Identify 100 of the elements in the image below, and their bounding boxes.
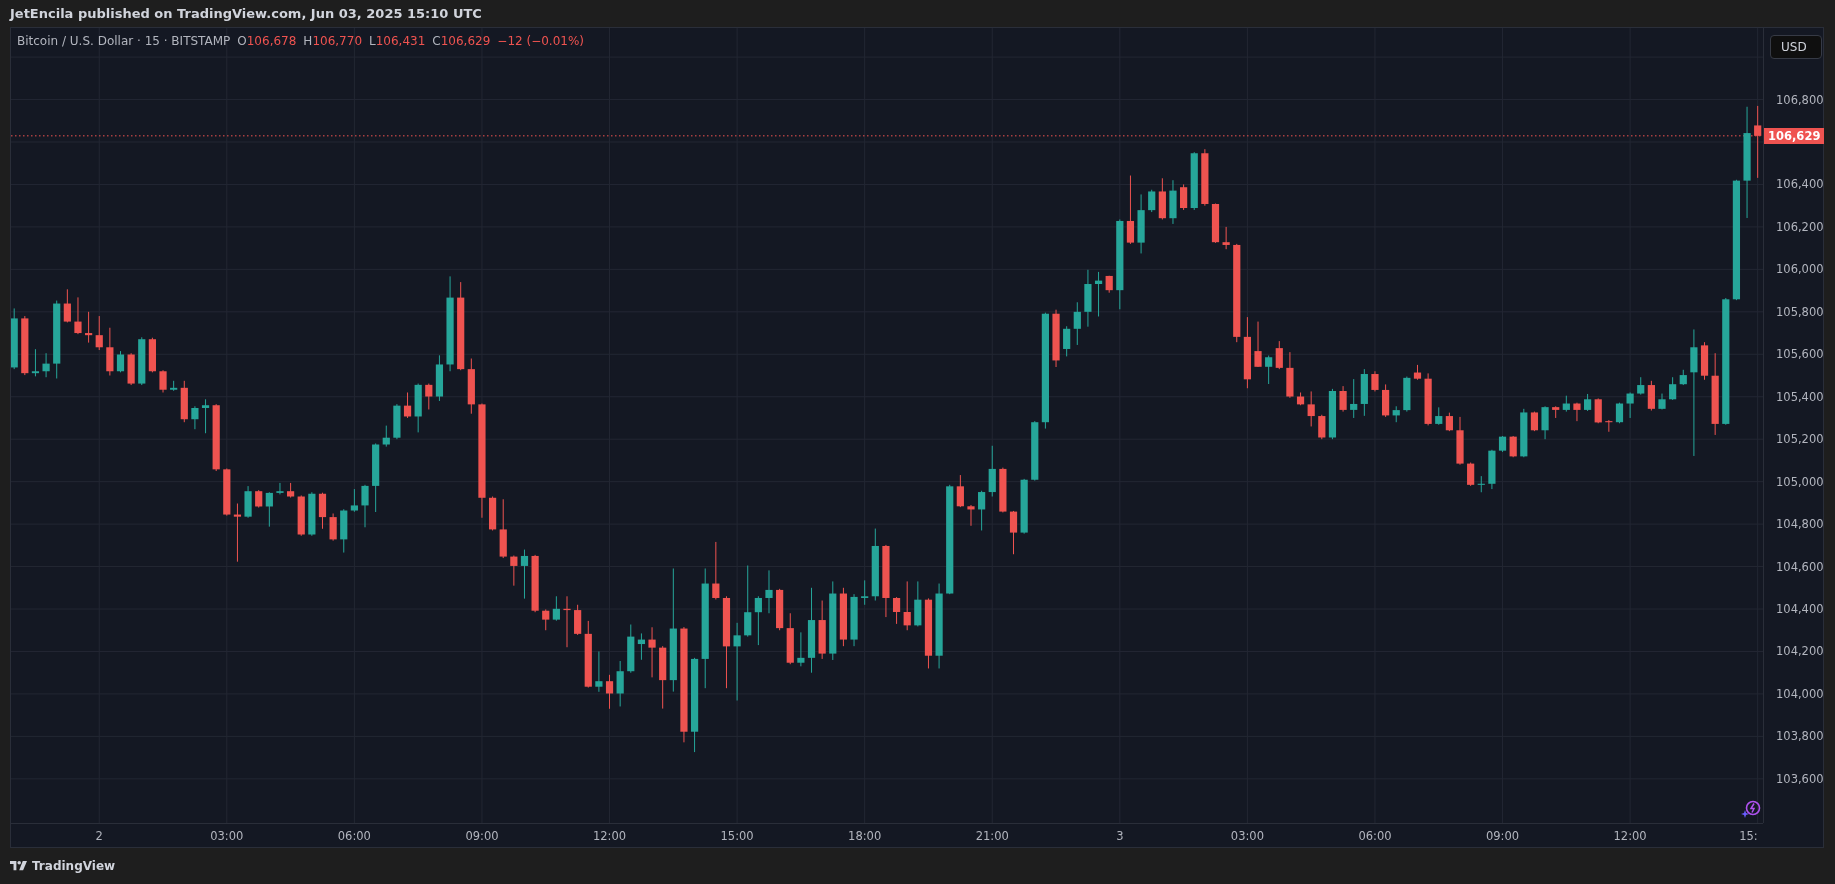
candlestick [329, 513, 337, 542]
candlestick [1254, 321, 1262, 368]
candlestick [542, 608, 550, 631]
candlestick [1180, 183, 1188, 211]
time-axis-label: 03:00 [210, 829, 244, 843]
candlestick [839, 587, 847, 647]
candlestick [574, 604, 582, 636]
candlestick [403, 392, 412, 419]
candlestick [255, 489, 263, 509]
candlestick [233, 503, 242, 563]
candlestick [1520, 408, 1528, 458]
candlestick [1073, 301, 1081, 346]
candlestick [1190, 151, 1198, 211]
candlestick [276, 482, 284, 495]
candlestick [21, 315, 29, 376]
candlestick [1382, 383, 1390, 418]
sparkle-icon[interactable] [1741, 799, 1761, 819]
candlestick [850, 593, 858, 647]
candlestick [1700, 341, 1709, 381]
candlestick [1467, 462, 1475, 487]
price-axis-label: 105,600 [1776, 347, 1824, 362]
time-axis-label: 18:00 [848, 829, 882, 843]
candlestick [1669, 376, 1677, 401]
ohlc-value: L106,431 [369, 34, 426, 48]
candlestick [180, 380, 188, 423]
candlestick [63, 288, 71, 323]
candlestick [1530, 411, 1539, 432]
candlestick [1658, 393, 1666, 410]
candlestick [1318, 414, 1326, 440]
candlestick [1392, 405, 1400, 423]
candlestick [1094, 271, 1103, 317]
candlestick [1286, 351, 1294, 399]
candlestick [1158, 177, 1166, 220]
candlestick [393, 403, 401, 440]
candlestick [1009, 510, 1018, 555]
price-axis-label: 104,000 [1776, 686, 1824, 701]
time-axis-label: 15:00 [720, 829, 754, 843]
candlestick [1445, 412, 1453, 432]
time-axis-label: 3 [1116, 829, 1124, 843]
candlestick [765, 569, 773, 614]
candlestick [361, 484, 369, 528]
candlestick [1211, 203, 1220, 244]
price-axis-label: 104,200 [1776, 644, 1824, 659]
candlestick [1105, 275, 1113, 294]
candlestick [212, 403, 220, 472]
price-axis-label: 105,000 [1776, 474, 1824, 489]
price-axis-label: 104,800 [1776, 517, 1824, 532]
candlestick [435, 354, 444, 402]
candlestick [170, 380, 178, 392]
symbol-title: Bitcoin / U.S. Dollar · 15 · BITSTAMP [17, 34, 231, 48]
candlestick [605, 674, 614, 710]
time-axis-label: 03:00 [1230, 829, 1264, 843]
candlestick [1052, 309, 1060, 368]
candlestick [1456, 416, 1464, 466]
candlestick [754, 595, 762, 646]
price-axis-label: 106,000 [1776, 262, 1824, 277]
currency-button[interactable]: USD [1770, 35, 1822, 59]
candlestick [1275, 340, 1283, 370]
price-change: −12 (−0.01%) [497, 34, 585, 48]
candlestick [318, 492, 327, 530]
candlestick [223, 468, 231, 517]
candlestick [340, 508, 348, 554]
candlestick [414, 383, 422, 433]
candlestick [1328, 388, 1337, 440]
candlestick [1148, 189, 1156, 213]
candlestick [712, 541, 720, 600]
candlestick [967, 504, 975, 527]
candlestick [1403, 376, 1411, 413]
candlestick [42, 352, 50, 378]
candlestick [1413, 364, 1422, 381]
candlestick [648, 626, 656, 678]
candlestick [297, 494, 305, 537]
candlestick [1265, 355, 1273, 385]
candlestick [637, 632, 645, 661]
time-axis-label: 12:00 [592, 829, 627, 843]
time-axis-label: 12:00 [1613, 829, 1647, 843]
candlestick [1552, 405, 1560, 419]
candlestick [520, 549, 529, 600]
candlestick [1605, 419, 1613, 433]
candlestick [1126, 175, 1135, 245]
candlestick [1424, 372, 1432, 426]
last-price-tag: 106,629 [1764, 127, 1825, 144]
time-axis-label: 15: [1739, 829, 1758, 843]
candlestick [1063, 325, 1071, 357]
candlestick [116, 350, 125, 373]
price-axis-label: 105,200 [1776, 432, 1824, 447]
time-axis-label: 06:00 [1358, 829, 1392, 843]
candlestick [1031, 420, 1039, 482]
ohlc-value: C106,629 [432, 34, 491, 48]
candlestick [148, 337, 156, 373]
candlestick [489, 496, 497, 531]
candlestick [1360, 368, 1368, 417]
candlestick [11, 307, 18, 370]
price-axis-label: 103,800 [1776, 729, 1824, 744]
price-axis-label: 105,400 [1776, 389, 1824, 404]
candlestick [1498, 435, 1507, 453]
time-axis-label: 09:00 [465, 829, 499, 843]
candlestick [914, 580, 922, 627]
candlestick [1647, 380, 1655, 412]
candlestick [1626, 392, 1634, 419]
